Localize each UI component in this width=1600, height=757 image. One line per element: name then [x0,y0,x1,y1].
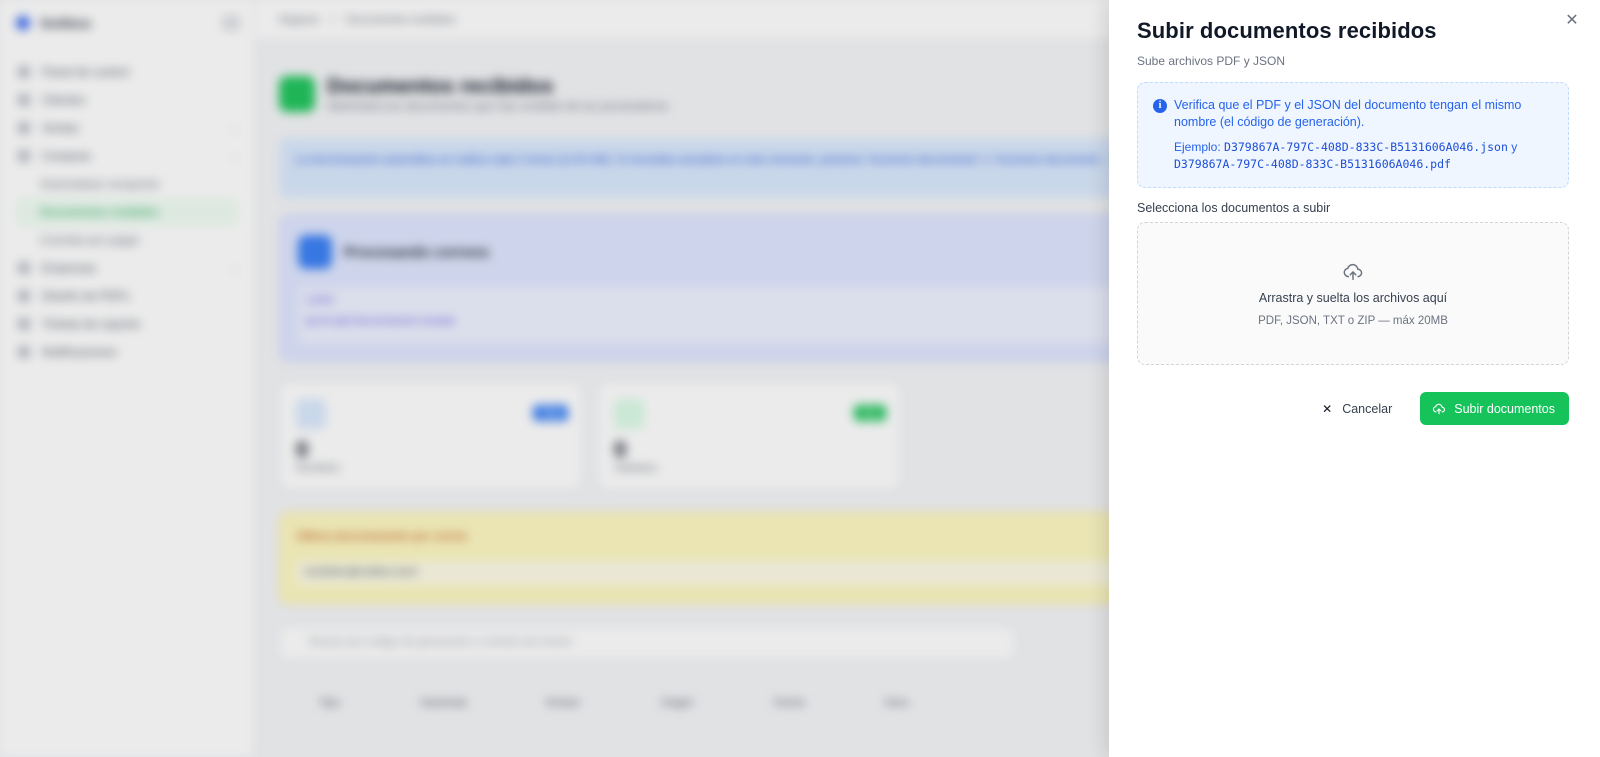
upload-drawer: ✕ Subir documentos recibidos Sube archiv… [1109,0,1600,757]
drawer-title: Subir documentos recibidos [1137,18,1437,43]
cancel-button[interactable]: ✕ Cancelar [1312,392,1402,425]
example-pdf-filename: D379867A-797C-408D-833C-B5131606A046.pdf [1174,157,1451,171]
cancel-label: Cancelar [1342,401,1393,416]
drawer-subtitle: Sube archivos PDF y JSON [1137,54,1286,68]
drawer-actions: ✕ Cancelar Subir documentos [1137,392,1569,425]
submit-label: Subir documentos [1454,401,1555,416]
file-dropzone[interactable]: Arrastra y suelta los archivos aquí PDF,… [1137,222,1569,365]
close-icon[interactable]: ✕ [1562,10,1582,30]
upload-documents-button[interactable]: Subir documentos [1420,392,1569,425]
notice-text: Verifica que el PDF y el JSON del docume… [1174,98,1522,129]
select-documents-label: Selecciona los documentos a subir [1137,201,1331,215]
filename-notice: i Verifica que el PDF y el JSON del docu… [1137,82,1569,188]
dropzone-text: Arrastra y suelta los archivos aquí [1258,290,1448,305]
cloud-upload-icon [1343,263,1363,280]
info-icon: i [1153,99,1167,113]
x-icon: ✕ [1322,401,1333,416]
notice-example: Ejemplo: D379867A-797C-408D-833C-B513160… [1174,140,1518,171]
dropzone-hint: PDF, JSON, TXT o ZIP — máx 20MB [1258,314,1448,327]
cloud-upload-icon [1433,403,1446,414]
example-json-filename: D379867A-797C-408D-833C-B5131606A046.jso… [1224,140,1508,154]
